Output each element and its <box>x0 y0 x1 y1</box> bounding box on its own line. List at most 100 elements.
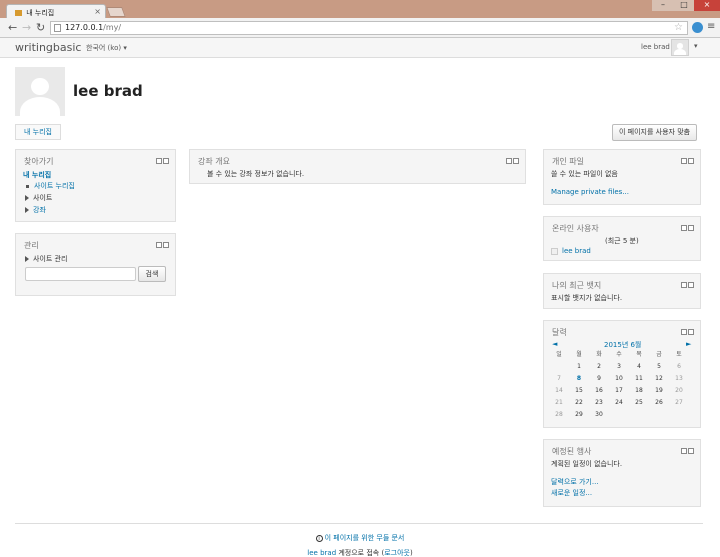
admin-search-input[interactable] <box>25 267 136 281</box>
calendar-week-row: 14 15 16 17 18 19 20 <box>549 385 697 397</box>
new-tab-button[interactable] <box>106 7 126 17</box>
language-menu[interactable]: 한국어 (ko) ▾ <box>86 43 127 53</box>
calendar-day: 5 <box>657 363 661 370</box>
expand-triangle-icon <box>25 195 29 201</box>
calendar-day: 21 <box>555 399 563 406</box>
calendar-week-row: 1 2 3 4 5 6 <box>549 361 697 373</box>
calendar-day: 20 <box>675 387 683 394</box>
user-icon <box>551 247 558 255</box>
calendar-day: 1 <box>577 363 581 370</box>
calendar-prev-month-icon[interactable]: ◄ <box>552 340 557 348</box>
nav-courses-link[interactable]: 강좌 <box>33 206 46 214</box>
manage-private-files-link[interactable]: Manage private files... <box>551 188 629 196</box>
avatar-body-shape <box>673 49 687 55</box>
dock-icon[interactable] <box>681 329 687 335</box>
dock-icon[interactable] <box>681 448 687 454</box>
nav-my-home-link[interactable]: 내 누리집 <box>23 170 51 180</box>
recent-badges-block: 나의 최근 뱃지 <box>543 273 701 309</box>
calendar-day: 17 <box>615 387 623 394</box>
collapse-icon[interactable] <box>163 158 169 164</box>
go-to-calendar-link[interactable]: 달력으로 가기... <box>551 477 599 487</box>
nav-site-item[interactable]: 사이트 <box>25 193 52 203</box>
calendar-day: 11 <box>635 375 643 382</box>
dock-icon[interactable] <box>506 158 512 164</box>
dock-icon[interactable] <box>156 158 162 164</box>
user-menu-caret-icon[interactable]: ▾ <box>694 42 698 50</box>
admin-search-button[interactable]: 검색 <box>138 266 166 282</box>
page-icon <box>54 24 61 32</box>
upcoming-events-title: 예정된 행사 <box>552 447 592 456</box>
collapse-icon[interactable] <box>163 242 169 248</box>
calendar-day: 28 <box>555 411 563 418</box>
block-controls <box>680 157 694 166</box>
collapse-icon[interactable] <box>688 329 694 335</box>
calendar-weekday: 토 <box>676 351 682 358</box>
dock-icon[interactable] <box>681 225 687 231</box>
expand-triangle-icon <box>25 207 29 213</box>
calendar-week-row: 21 22 23 24 25 26 27 <box>549 397 697 409</box>
dock-icon[interactable] <box>681 158 687 164</box>
calendar-day: 10 <box>615 375 623 382</box>
nav-site-home-link[interactable]: 사이트 누리집 <box>34 182 75 190</box>
calendar-day: 12 <box>655 375 663 382</box>
logout-link[interactable]: 로그아웃 <box>384 549 410 557</box>
nav-site-label: 사이트 <box>33 194 53 202</box>
close-tab-icon[interactable]: × <box>94 7 101 16</box>
block-controls <box>155 157 169 166</box>
online-user-link[interactable]: lee brad <box>562 247 591 255</box>
collapse-icon[interactable] <box>688 282 694 288</box>
moodle-docs-link[interactable]: 이 페이지를 위한 무들 문서 <box>325 534 405 542</box>
dock-icon[interactable] <box>156 242 162 248</box>
new-event-link[interactable]: 새로운 일정... <box>551 488 592 498</box>
site-admin-item[interactable]: 사이트 관리 <box>25 254 67 264</box>
recent-badges-title: 나의 최근 뱃지 <box>552 281 602 290</box>
block-controls <box>505 157 519 166</box>
online-user-item: lee brad <box>551 247 591 255</box>
extension-icon[interactable] <box>692 22 703 33</box>
footer-help: i이 페이지를 위한 무들 문서 <box>0 533 720 543</box>
dock-icon[interactable] <box>681 282 687 288</box>
calendar-day: 16 <box>595 387 603 394</box>
footer-divider <box>15 523 703 524</box>
block-controls <box>680 224 694 233</box>
course-overview-title: 강좌 개요 <box>198 157 230 166</box>
customise-page-button[interactable]: 이 페이지를 사용자 맞춤 <box>612 124 698 141</box>
avatar-head-shape <box>31 77 49 96</box>
footer-user-link[interactable]: lee brad <box>307 549 336 557</box>
address-bar[interactable]: 127.0.0.1/my/ ☆ <box>50 21 688 35</box>
calendar-next-month-icon[interactable]: ► <box>686 340 691 348</box>
calendar-day <box>669 409 689 421</box>
collapse-icon[interactable] <box>688 225 694 231</box>
user-menu-name[interactable]: lee brad <box>641 43 670 51</box>
collapse-icon[interactable] <box>688 158 694 164</box>
user-avatar[interactable] <box>671 39 689 56</box>
breadcrumb-my-home[interactable]: 내 누리집 <box>15 124 61 140</box>
close-window-button[interactable]: × <box>694 0 720 11</box>
calendar-day: 3 <box>617 363 621 370</box>
bookmark-star-icon[interactable]: ☆ <box>674 22 683 34</box>
site-navbar: writingbasic 한국어 (ko) ▾ lee brad ▾ <box>0 38 720 58</box>
calendar-day: 30 <box>595 411 603 418</box>
avatar-head-shape <box>677 43 683 49</box>
browser-tab-active[interactable]: 내 누리집 × <box>6 4 106 18</box>
calendar-day: 24 <box>615 399 623 406</box>
calendar-day[interactable]: 8 <box>569 373 589 385</box>
calendar-weekday: 월 <box>576 351 582 358</box>
calendar-day <box>609 409 629 421</box>
calendar-weekday: 화 <box>596 351 602 358</box>
calendar-title: 달력 <box>552 328 567 337</box>
moodle-favicon-icon <box>15 10 22 16</box>
back-arrow-icon[interactable]: ← <box>8 21 17 34</box>
calendar-day <box>549 361 569 373</box>
browser-menu-icon[interactable]: ≡ <box>707 22 716 32</box>
forward-arrow-icon[interactable]: → <box>22 21 31 34</box>
calendar-day: 29 <box>575 411 583 418</box>
calendar-weekday: 수 <box>616 351 622 358</box>
site-brand-link[interactable]: writingbasic <box>15 41 81 54</box>
maximize-window-button[interactable]: □ <box>674 0 694 11</box>
minimize-window-button[interactable]: – <box>652 0 674 11</box>
reload-icon[interactable]: ↻ <box>36 21 45 34</box>
collapse-icon[interactable] <box>688 448 694 454</box>
collapse-icon[interactable] <box>513 158 519 164</box>
nav-courses-item[interactable]: 강좌 <box>25 205 46 215</box>
